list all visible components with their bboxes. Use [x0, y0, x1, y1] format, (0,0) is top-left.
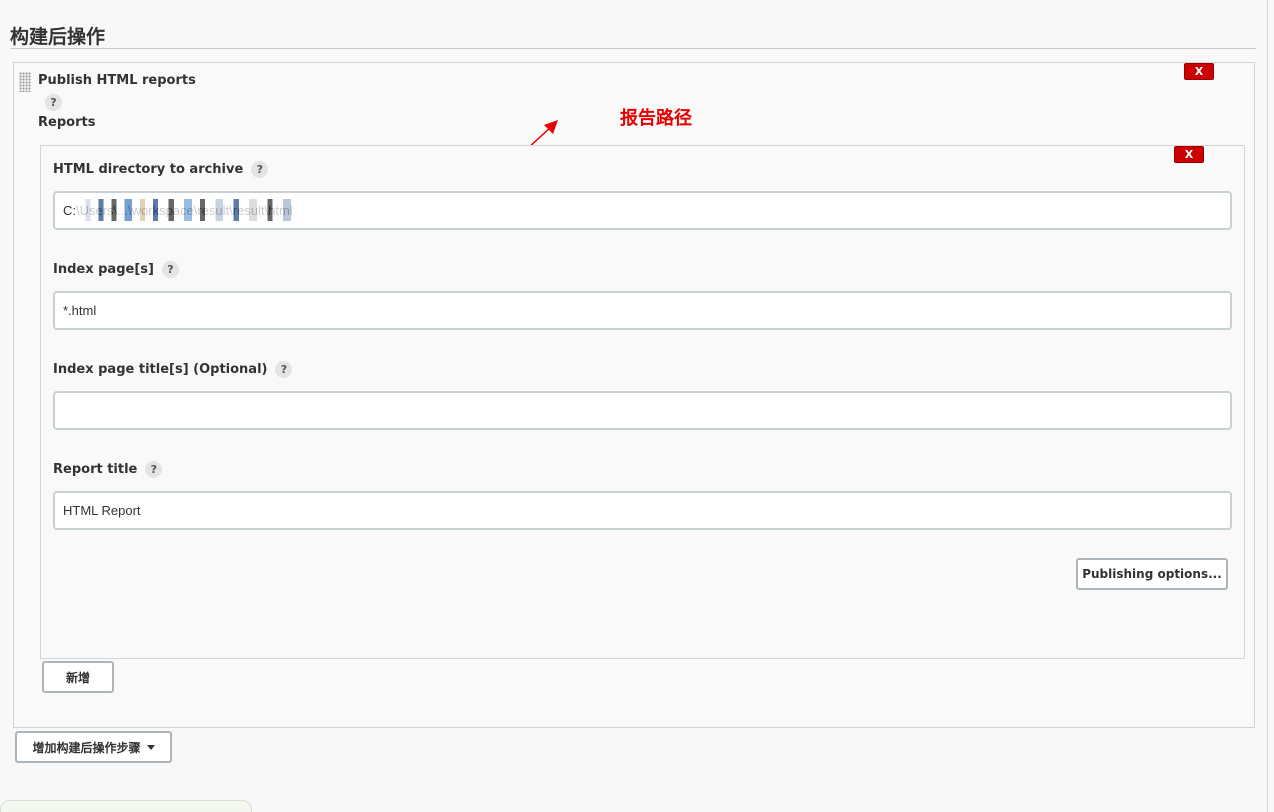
page: 构建后操作 Publish HTML reports ? Reports X 报… [0, 0, 1274, 812]
delete-publisher-button[interactable]: X [1184, 63, 1214, 80]
directory-label: HTML directory to archive ? [53, 161, 269, 178]
delete-report-button[interactable]: X [1174, 146, 1204, 163]
add-post-build-step-button[interactable]: 增加构建后操作步骤 [15, 731, 172, 763]
reports-label: Reports [38, 115, 96, 130]
index-pages-input[interactable] [53, 291, 1232, 330]
add-post-build-step-label: 增加构建后操作步骤 [32, 740, 141, 755]
report-title-label: Report title ? [53, 461, 163, 478]
index-pages-label: Index page[s] ? [53, 261, 179, 278]
publishing-options-button[interactable]: Publishing options... [1076, 558, 1228, 590]
section-divider [10, 48, 1256, 49]
directory-help-icon[interactable]: ? [251, 161, 269, 178]
index-titles-input[interactable] [53, 391, 1232, 430]
directory-input[interactable] [53, 191, 1232, 230]
publisher-title: Publish HTML reports [38, 73, 196, 88]
report-title-input[interactable] [53, 491, 1232, 530]
index-titles-label-text: Index page title[s] (Optional) [53, 362, 268, 377]
report-title-label-text: Report title [53, 462, 138, 477]
index-pages-help-icon[interactable]: ? [161, 261, 179, 278]
directory-input-wrapper [53, 191, 1232, 230]
add-report-button[interactable]: 新增 [42, 661, 114, 693]
section-title: 构建后操作 [10, 26, 106, 48]
index-titles-label: Index page title[s] (Optional) ? [53, 361, 293, 378]
caret-down-icon [146, 744, 155, 750]
directory-label-text: HTML directory to archive [53, 162, 244, 177]
publisher-help-icon[interactable]: ? [45, 94, 62, 111]
window-border [1267, 0, 1268, 812]
bottom-panel-tab [0, 800, 252, 812]
report-title-help-icon[interactable]: ? [145, 461, 163, 478]
index-titles-help-icon[interactable]: ? [275, 361, 293, 378]
drag-handle-icon[interactable] [19, 72, 31, 92]
index-pages-label-text: Index page[s] [53, 262, 154, 277]
annotation-text: 报告路径 [620, 108, 692, 129]
